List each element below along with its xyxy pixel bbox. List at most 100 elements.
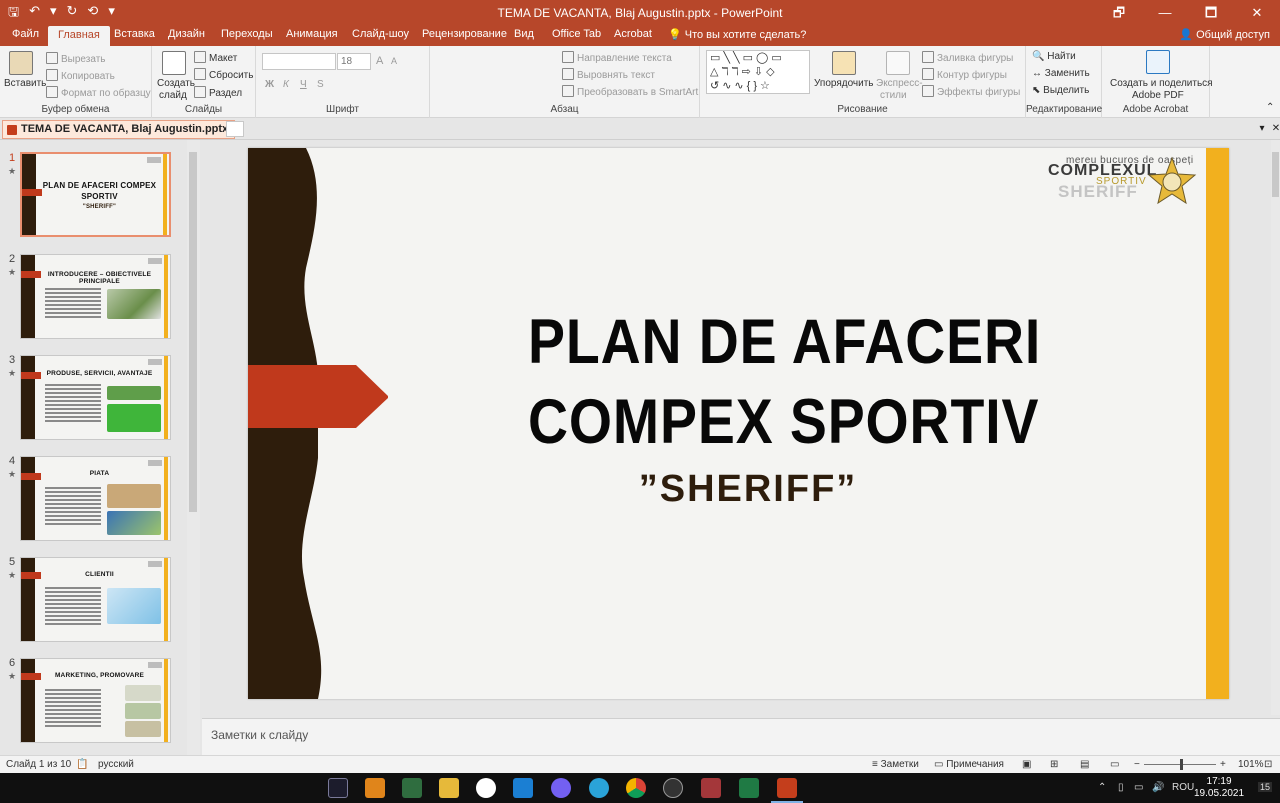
adobe-pdf-icon[interactable] [1146,50,1170,74]
notification-count[interactable]: 15 [1258,782,1273,792]
maximize-button[interactable]: 🗖 [1188,0,1234,25]
shape-effects-button[interactable]: Эффекты фигуры [922,85,1020,98]
spellcheck-icon[interactable]: 📋 [76,759,88,770]
smartart-button[interactable]: Преобразовать в SmartArt [562,85,698,98]
zoom-out-icon[interactable]: − [1134,759,1140,770]
vscode-icon[interactable] [513,778,533,798]
quick-styles-button-line2[interactable]: стили [880,90,907,101]
ribbon-display-options-icon[interactable]: 🗗 [1096,0,1142,25]
slide-thumbnail-2[interactable]: INTRODUCERE – OBIECTIVELE PRINCIPALE [20,254,171,339]
app-icon-sublime[interactable] [365,778,385,798]
slide-sorter-icon[interactable]: ⊞ [1050,759,1058,770]
viber-icon[interactable] [551,778,571,798]
slide-thumbnail-3[interactable]: PRODUSE, SERVICII, AVANTAJE [20,355,171,440]
thumbnails-scrollbar[interactable] [187,140,200,755]
create-pdf-button-line2[interactable]: Adobe PDF [1132,90,1184,101]
find-button[interactable]: 🔍 Найти [1032,51,1076,62]
tray-battery-icon[interactable]: ▯ [1118,782,1124,793]
tab-acrobat[interactable]: Acrobat [614,28,652,40]
app-icon-geogebra[interactable] [402,778,422,798]
close-tab-icon[interactable]: ✕ [1268,121,1280,137]
slide-scroll-thumb[interactable] [1272,152,1279,197]
slide-subtitle[interactable]: ”SHERIFF” [498,468,998,511]
tab-design[interactable]: Дизайн [168,28,205,40]
access-icon[interactable] [701,778,721,798]
slide-thumbnail-4[interactable]: PIATA [20,456,171,541]
tab-office-tab[interactable]: Office Tab [552,28,601,40]
app-icon-circle[interactable] [663,778,683,798]
underline-button[interactable]: Ч [300,79,307,90]
reading-view-icon[interactable]: ▤ [1080,759,1089,770]
text-direction-button[interactable]: Направление текста [562,51,672,64]
quick-styles-button[interactable]: Экспресс- [876,78,923,89]
arrange-icon[interactable] [832,51,856,75]
font-name-input[interactable] [262,53,336,70]
app-icon-ide[interactable] [328,778,348,798]
app-icon-word-online[interactable] [476,778,496,798]
tray-network-icon[interactable]: ▭ [1134,782,1143,793]
notes-pane[interactable]: Заметки к слайду [202,718,1280,755]
tell-me-search[interactable]: 💡 Что вы хотите сделать? [668,28,806,41]
new-slide-icon[interactable] [162,51,186,75]
tab-insert[interactable]: Вставка [114,28,155,40]
language-indicator[interactable]: русский [98,759,134,770]
align-text-button[interactable]: Выровнять текст [562,68,655,81]
notes-toggle[interactable]: ≡ Заметки [872,759,919,770]
zoom-level[interactable]: 101% [1238,759,1264,770]
slide-thumbnail-6[interactable]: MARKETING, PROMOVARE [20,658,171,743]
font-size-input[interactable]: 18 [337,53,371,70]
slide-thumbnail-5[interactable]: CLIENTII [20,557,171,642]
create-pdf-button[interactable]: Создать и поделиться [1110,78,1213,89]
quick-styles-icon[interactable] [886,51,910,75]
copy-button[interactable]: Копировать [46,69,115,82]
current-slide[interactable]: PLAN DE AFACERI COMPEX SPORTIV ”SHERIFF”… [248,148,1229,699]
format-painter-button[interactable]: Формат по образцу [46,86,151,99]
strikethrough-button[interactable]: S [317,79,324,90]
italic-button[interactable]: К [283,79,289,90]
collapse-ribbon-icon[interactable]: ⌃ [1266,102,1274,113]
telegram-icon[interactable] [589,778,609,798]
share-button[interactable]: 👤 Общий доступ [1179,28,1270,41]
minimize-button[interactable]: — [1142,0,1188,25]
notes-placeholder[interactable]: Заметки к слайду [211,728,308,742]
tab-view[interactable]: Вид [514,28,534,40]
tab-slideshow[interactable]: Слайд-шоу [352,28,409,40]
zoom-in-icon[interactable]: + [1220,759,1226,770]
slide-scrollbar[interactable] [1271,140,1280,715]
keyboard-language[interactable]: ROU [1172,782,1194,793]
arrange-button[interactable]: Упорядочить [814,78,874,89]
normal-view-icon[interactable]: ▣ [1022,759,1031,770]
thumbnails-scroll-thumb[interactable] [189,152,197,512]
slide-thumbnail-1[interactable]: PLAN DE AFACERI COMPEX SPORTIV "SHERIFF" [20,152,171,237]
paste-button[interactable]: Вставить [4,78,46,89]
new-tab-button[interactable] [226,121,244,137]
shapes-gallery[interactable]: ▭╲╲▭◯▭ △ℸℸ⇨⇩◇ ↺∿∿{}☆ [706,50,810,94]
clock[interactable]: 17:19 19.05.2021 [1194,776,1244,800]
comments-toggle[interactable]: ▭ Примечания [934,759,1004,770]
section-button[interactable]: Раздел [194,86,242,99]
fit-slide-icon[interactable]: ⊡ [1264,759,1272,770]
slide-title-line1[interactable]: PLAN DE AFACERI [528,306,1040,378]
document-tab[interactable]: TEMA DE VACANTA, Blaj Augustin.pptx [2,120,236,139]
paste-icon[interactable] [9,51,33,75]
layout-button[interactable]: Макет [194,51,237,64]
file-explorer-icon[interactable] [439,778,459,798]
close-button[interactable]: ✕ [1234,0,1280,25]
tab-file[interactable]: Файл [12,28,39,40]
new-slide-button-line2[interactable]: слайд [159,90,187,101]
cut-button[interactable]: Вырезать [46,52,105,65]
shape-fill-button[interactable]: Заливка фигуры [922,51,1013,64]
shape-outline-button[interactable]: Контур фигуры [922,68,1007,81]
tab-home[interactable]: Главная [48,26,110,46]
zoom-slider-knob[interactable] [1180,759,1183,770]
slide-title-line2[interactable]: COMPEX SPORTIV [528,386,1038,458]
excel-icon[interactable] [739,778,759,798]
tab-animations[interactable]: Анимация [286,28,338,40]
tab-transitions[interactable]: Переходы [221,28,273,40]
grow-font-button[interactable]: A [376,55,383,67]
select-button[interactable]: ⬉ Выделить [1032,85,1089,96]
tray-expand-icon[interactable]: ⌃ [1098,782,1106,793]
powerpoint-icon[interactable] [771,778,803,803]
tab-review[interactable]: Рецензирование [422,28,507,40]
chrome-icon[interactable] [626,778,646,798]
